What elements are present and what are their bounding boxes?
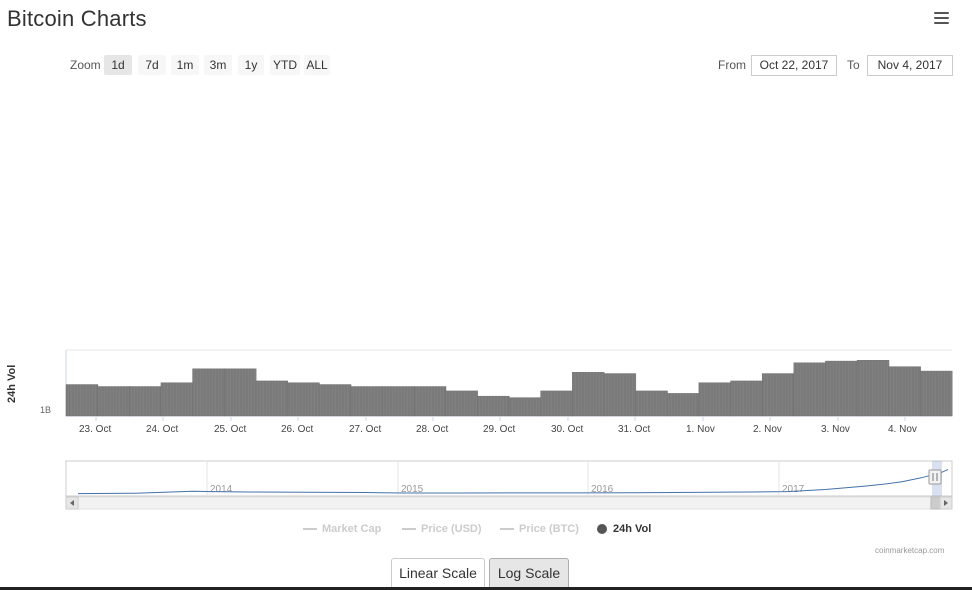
- volume-bar: [793, 362, 826, 417]
- x-tick-label: 23. Oct: [79, 424, 112, 435]
- volume-bar: [635, 390, 668, 417]
- x-tick-label: 26. Oct: [281, 424, 314, 435]
- volume-chart: 2014 2015 2016 2017: [65, 349, 953, 510]
- scrollbar-thumb: [930, 496, 941, 510]
- volume-bar: [382, 386, 415, 417]
- linear-scale-button[interactable]: Linear Scale: [391, 558, 485, 589]
- x-tick-label: 24. Oct: [146, 424, 179, 435]
- volume-bar: [730, 380, 763, 417]
- x-tick-label: 2. Nov: [753, 424, 782, 435]
- legend-item-market-cap[interactable]: Market Cap: [303, 523, 381, 535]
- legend-label: 24h Vol: [613, 523, 652, 535]
- credits-link[interactable]: coinmarketcap.com: [875, 546, 944, 555]
- volume-bar: [825, 360, 858, 417]
- volume-bar: [477, 395, 510, 417]
- x-tick-label: 3. Nov: [821, 424, 850, 435]
- legend-line-icon: [402, 528, 416, 531]
- x-tick-label: 30. Oct: [551, 424, 584, 435]
- volume-bar: [667, 393, 700, 417]
- legend-dot-icon: [597, 524, 607, 535]
- legend-label: Market Cap: [322, 523, 382, 535]
- volume-bar: [445, 390, 478, 417]
- legend-item-24h-vol[interactable]: 24h Vol: [597, 523, 651, 535]
- volume-bar: [97, 386, 130, 417]
- legend-label: Price (BTC): [519, 523, 579, 535]
- legend-line-icon: [303, 528, 317, 531]
- x-tick-label: 29. Oct: [483, 424, 516, 435]
- x-tick-label: 1. Nov: [686, 424, 715, 435]
- legend-item-price-btc[interactable]: Price (BTC): [500, 523, 579, 535]
- log-scale-button[interactable]: Log Scale: [489, 558, 569, 589]
- scrollbar-track: [65, 496, 953, 510]
- x-tick-label: 4. Nov: [888, 424, 917, 435]
- navigator-handle: [928, 469, 942, 485]
- x-tick-label: 28. Oct: [416, 424, 449, 435]
- x-tick-label: 25. Oct: [214, 424, 247, 435]
- legend-line-icon: [500, 528, 514, 531]
- legend-label: Price (USD): [421, 523, 482, 535]
- x-tick-label: 31. Oct: [618, 424, 651, 435]
- legend-item-price-usd[interactable]: Price (USD): [402, 523, 482, 535]
- navigator-year-label: 2017: [782, 484, 805, 495]
- navigator-year-label: 2014: [210, 484, 233, 495]
- navigator-frame: [65, 460, 953, 497]
- x-tick-label: 27. Oct: [349, 424, 382, 435]
